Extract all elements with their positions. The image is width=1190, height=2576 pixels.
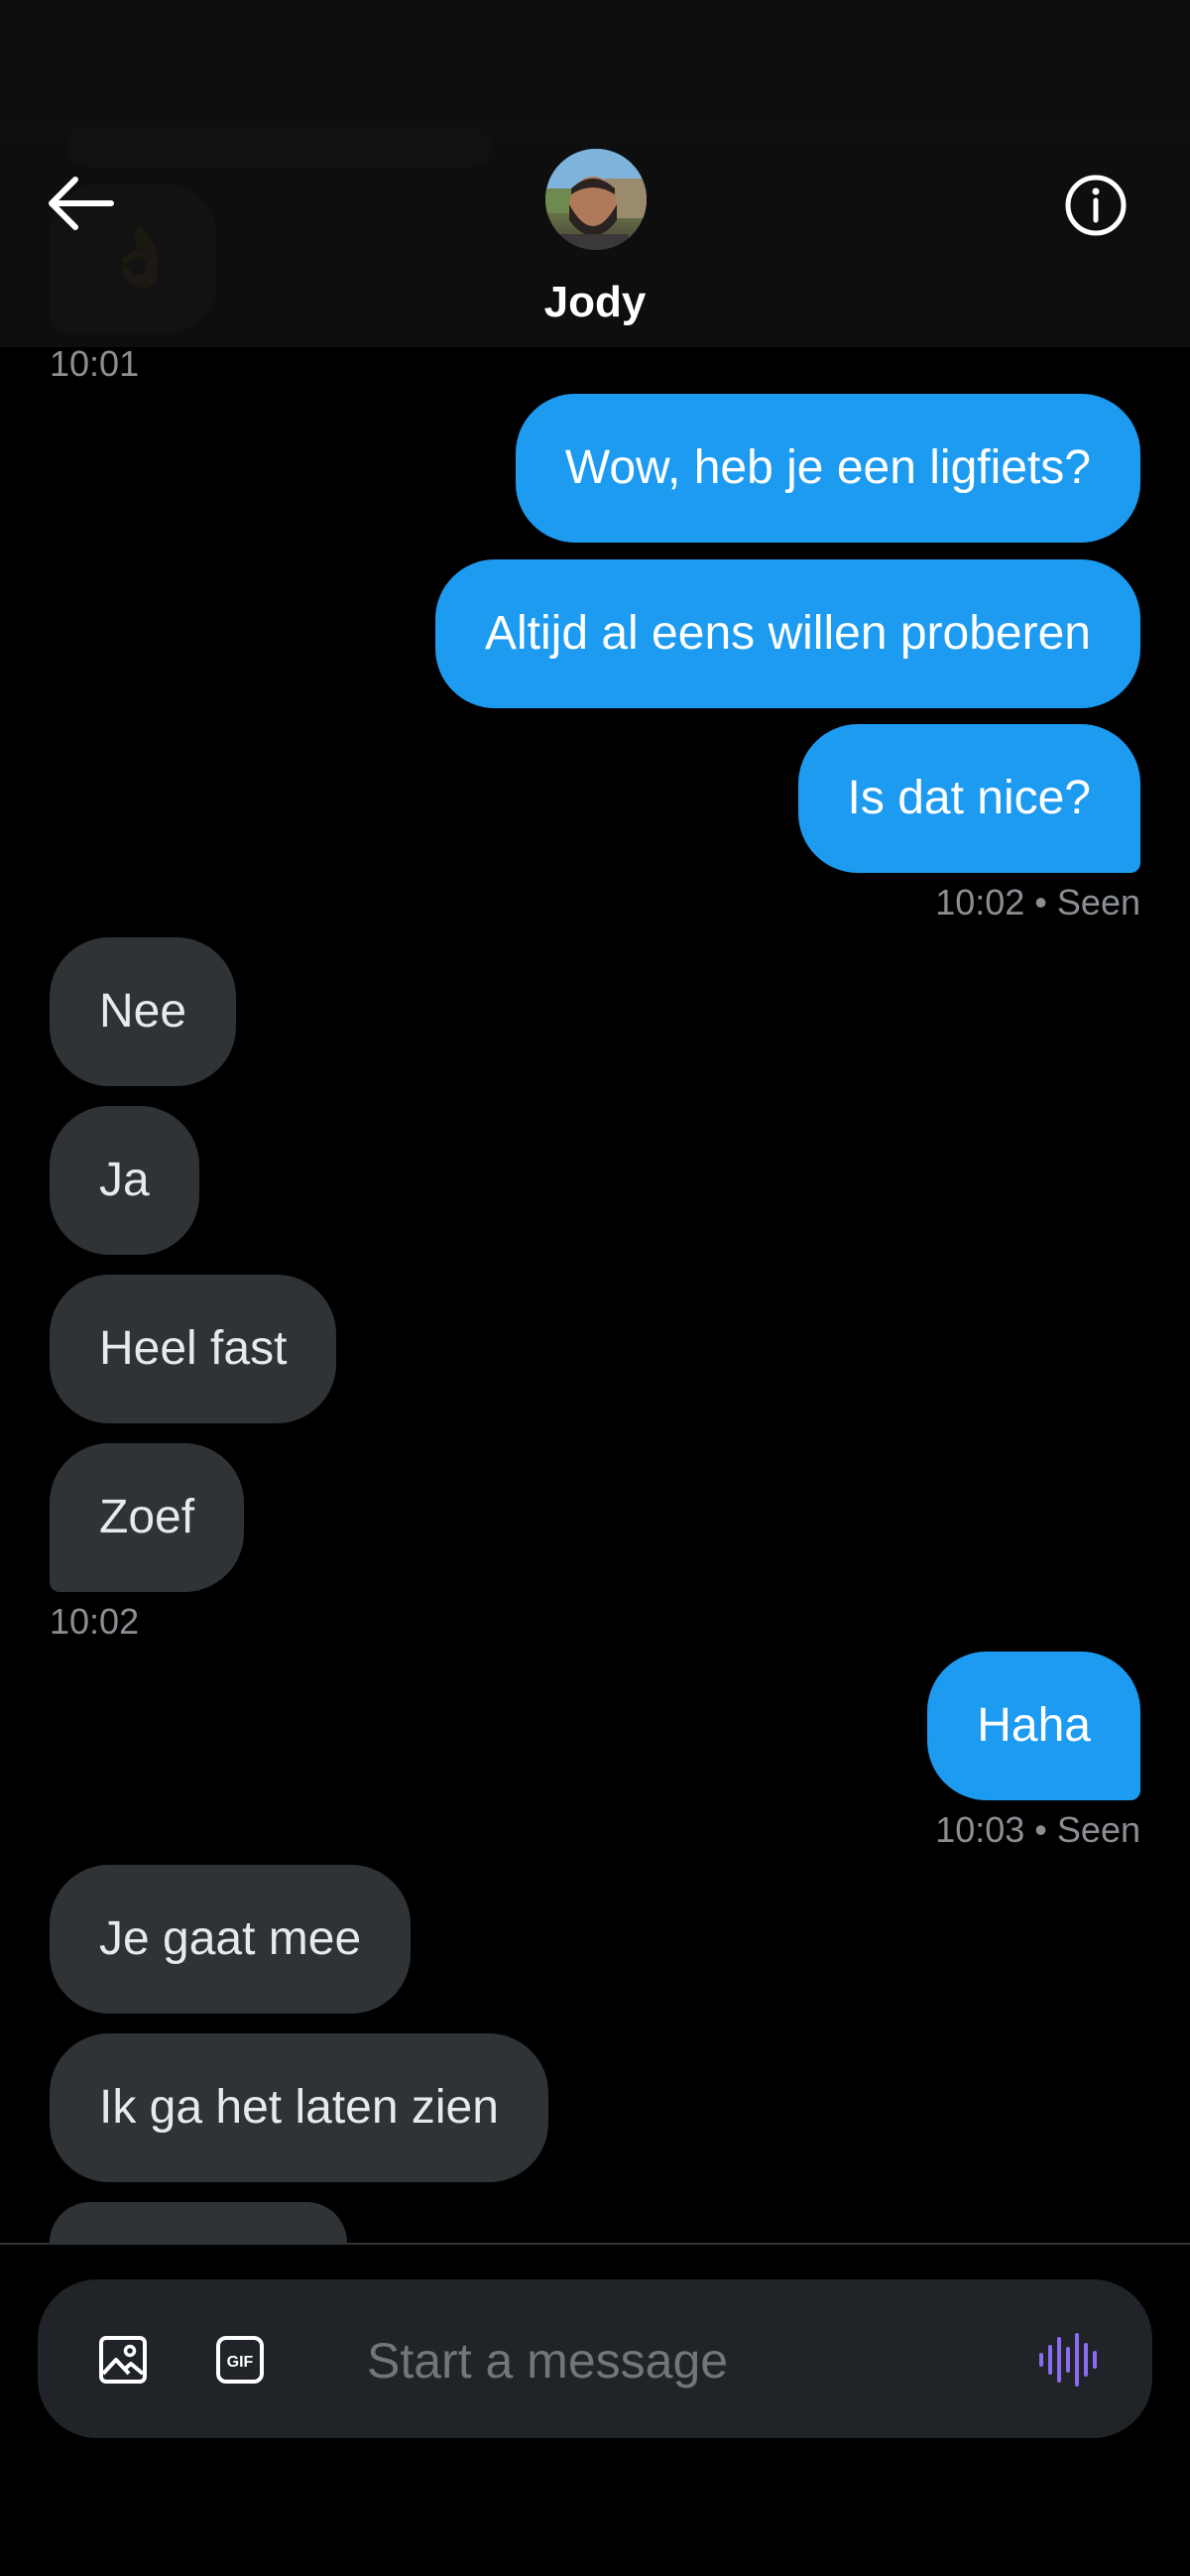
message-text: Zoef — [99, 1491, 195, 1543]
avatar-photo — [545, 149, 647, 250]
gif-label: GIF — [227, 2354, 254, 2371]
contact-name[interactable]: Jody — [0, 278, 1190, 327]
message-bubble-received[interactable]: Je gaat mee — [50, 1865, 412, 2014]
message-bubble-sent[interactable]: Is dat nice? — [797, 724, 1140, 873]
message-bubble-received[interactable]: Heel fast — [50, 1275, 337, 1423]
image-icon — [99, 2336, 147, 2384]
message-bubble-sent[interactable]: Haha — [927, 1652, 1140, 1800]
message-timestamp: 10:03 • Seen — [935, 1809, 1140, 1850]
conversation-info-button[interactable] — [1061, 171, 1130, 240]
message-text: Ja — [99, 1154, 150, 1206]
message-bubble-received[interactable]: Zoef — [50, 1443, 245, 1592]
message-timestamp: 10:02 — [50, 1601, 140, 1642]
voice-waveform-icon — [1039, 2333, 1097, 2387]
gif-icon: GIF — [216, 2336, 264, 2384]
info-icon — [1065, 175, 1127, 236]
message-bubble-received[interactable]: Nee — [50, 937, 237, 1086]
message-bubble-received[interactable]: Ik ga het laten zien — [50, 2033, 548, 2182]
message-bubble-sent[interactable]: Wow, heb je een ligfiets? — [515, 394, 1140, 543]
message-text: Ik ga het laten zien — [99, 2081, 499, 2134]
message-bubble-received[interactable] — [50, 2202, 347, 2243]
back-button[interactable] — [46, 174, 117, 233]
message-bubble-sent[interactable]: Altijd al eens willen proberen — [434, 559, 1140, 708]
message-input[interactable] — [365, 2327, 1004, 2394]
message-timestamp: 10:01 — [50, 343, 140, 384]
message-text: Nee — [99, 985, 187, 1038]
arrow-left-icon — [49, 177, 114, 230]
message-text: Je gaat mee — [99, 1912, 362, 1965]
message-text: Wow, heb je een ligfiets? — [564, 441, 1091, 494]
contact-avatar[interactable] — [545, 149, 647, 250]
message-text: Is dat nice? — [847, 772, 1091, 824]
message-bubble-received[interactable]: Ja — [50, 1106, 199, 1255]
status-bar-area — [0, 0, 1190, 139]
add-gif-button[interactable]: GIF — [214, 2334, 266, 2391]
add-image-button[interactable] — [97, 2334, 149, 2391]
message-text: Haha — [977, 1699, 1091, 1752]
message-timestamp: 10:02 • Seen — [935, 882, 1140, 922]
message-text: Heel fast — [99, 1322, 288, 1375]
voice-message-button[interactable] — [1037, 2331, 1101, 2393]
message-text: Altijd al eens willen proberen — [484, 607, 1091, 660]
